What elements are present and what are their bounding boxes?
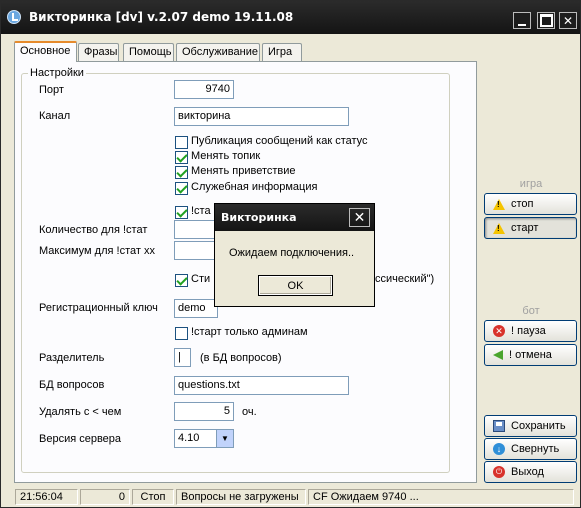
status-state: Стоп [132,489,174,505]
back-arrow-icon [493,350,503,360]
start-button-label: старт [511,222,539,234]
tab-phrases[interactable]: Фразы [78,43,119,61]
separator-field[interactable]: | [174,348,191,367]
remove-unit: оч. [242,406,257,418]
pause-button[interactable]: ✕ ! пауза [484,320,577,342]
minimize-button-label: Свернуть [511,443,560,455]
service-info-label: Служебная информация [191,181,318,193]
settings-group-title: Настройки [28,67,86,79]
max-stat-field[interactable] [174,241,218,260]
start-admins-checkbox[interactable] [175,327,188,340]
maximize-icon[interactable] [537,12,555,29]
service-info-checkbox[interactable] [175,182,188,195]
publish-status-label: Публикация сообщений как статус [191,135,368,147]
connecting-dialog: Викторинка ✕ Ожидаем подключения.. OK [214,203,375,307]
style-checkbox-suffix: ссический") [375,273,435,285]
max-stat-label: Максимум для !стат xx [39,245,155,257]
port-field[interactable]: 9740 [174,80,234,99]
server-version-select[interactable]: 4.10 ▼ [174,429,234,448]
status-connection: CF Ожидаем 9740 ... [308,489,574,505]
game-caption: игра [519,178,543,190]
bot-caption: бот [522,305,540,317]
server-version-label: Версия сервера [39,433,122,445]
warning-icon [493,198,505,210]
tab-main[interactable]: Основное [14,41,77,62]
main-window: Викторинка [dv] v.2.07 demo 19.11.08 Осн… [0,0,581,508]
window-title: Викторинка [dv] v.2.07 demo 19.11.08 [29,10,294,24]
exit-button-label: Выход [511,466,544,478]
ok-button-label: OK [287,279,304,292]
stop-button-label: стоп [511,198,534,210]
server-version-value: 4.10 [178,432,200,444]
cancel-button-label: ! отмена [509,349,552,361]
tab-help[interactable]: Помощь [123,43,174,61]
tab-game[interactable]: Игра [262,43,302,61]
power-icon: ⏻ [493,466,505,478]
remove-field[interactable]: 5 [174,402,234,421]
count-stat-field[interactable] [174,220,218,239]
minimize-app-icon: ↓ [493,443,505,455]
tab-maintenance[interactable]: Обслуживание [176,43,260,61]
change-greeting-checkbox[interactable] [175,166,188,179]
status-questions: Вопросы не загружены [176,489,306,505]
count-stat-label: Количество для !стат [39,224,148,236]
channel-label: Канал [39,110,71,122]
change-topic-checkbox[interactable] [175,151,188,164]
stat-checkbox-label: !ста [191,205,211,217]
status-time: 21:56:04 [15,489,78,505]
close-icon[interactable]: ✕ [349,208,370,227]
remove-label: Удалять с < чем [39,406,122,418]
stat-checkbox[interactable] [175,206,188,219]
reg-key-label: Регистрационный ключ [39,302,158,314]
separator-hint: (в БД вопросов) [200,352,282,364]
dialog-title: Викторинка [221,211,297,224]
ok-button[interactable]: OK [258,275,333,296]
app-icon [7,10,21,24]
cancel-button[interactable]: ! отмена [484,344,577,366]
title-bar[interactable]: Викторинка [dv] v.2.07 demo 19.11.08 [1,1,580,34]
db-field[interactable]: questions.txt [174,376,349,395]
channel-field[interactable]: викторина [174,107,349,126]
change-topic-label: Менять топик [191,150,261,162]
dialog-title-bar[interactable]: Викторинка ✕ [215,204,374,231]
save-icon [493,420,505,432]
reg-key-field[interactable]: demo [174,299,218,318]
port-label: Порт [39,84,64,96]
change-greeting-label: Менять приветствие [191,165,296,177]
dialog-message: Ожидаем подключения.. [229,247,355,259]
stop-button[interactable]: стоп [484,193,577,215]
db-label: БД вопросов [39,379,105,391]
start-admins-label: !старт только админам [191,326,308,338]
chevron-down-icon[interactable]: ▼ [216,430,233,447]
exit-button[interactable]: ⏻ Выход [484,461,577,483]
minimize-icon[interactable] [513,12,531,29]
style-checkbox[interactable] [175,274,188,287]
stop-icon: ✕ [493,325,505,337]
save-button-label: Сохранить [511,420,566,432]
save-button[interactable]: Сохранить [484,415,577,437]
style-checkbox-label: Сти [191,273,211,285]
minimize-button[interactable]: ↓ Свернуть [484,438,577,460]
status-count: 0 [80,489,130,505]
separator-label: Разделитель [39,352,105,364]
status-bar: 21:56:04 0 Стоп Вопросы не загружены CF … [1,487,580,507]
start-button[interactable]: старт [484,217,577,239]
pause-button-label: ! пауза [511,325,546,337]
close-icon[interactable] [559,12,577,29]
publish-status-checkbox[interactable] [175,136,188,149]
warning-icon [493,222,505,234]
